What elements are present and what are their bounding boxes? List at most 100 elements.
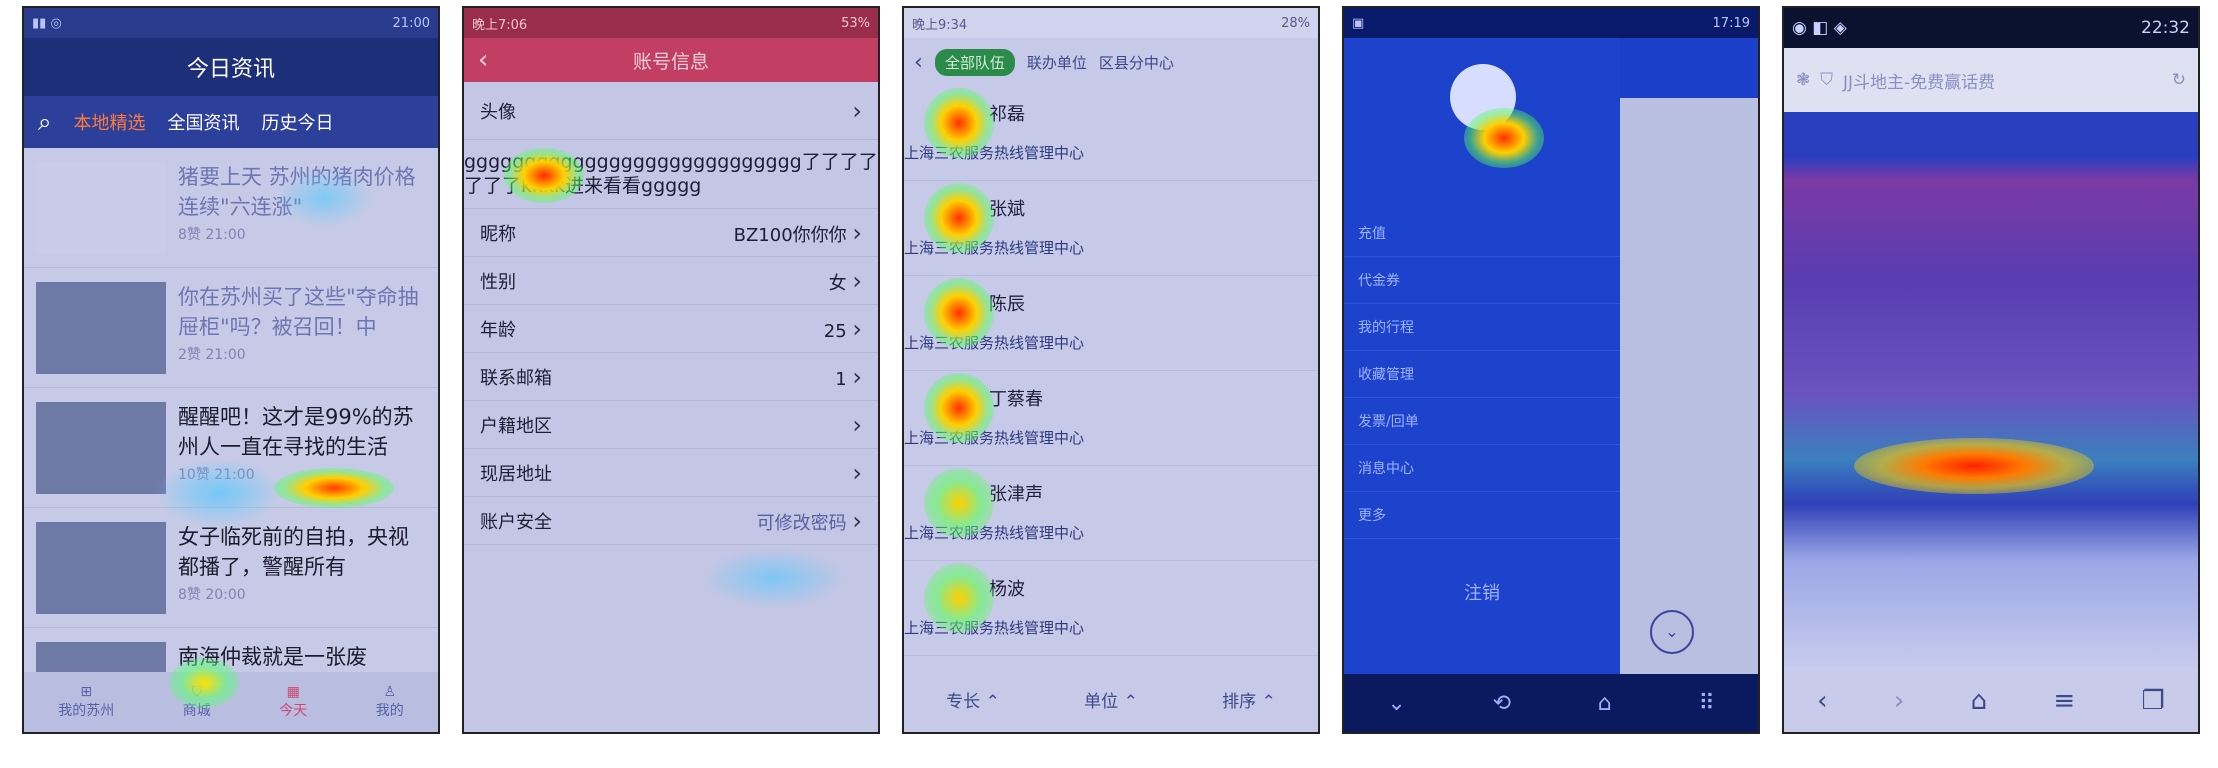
news-item[interactable]: 南海仲裁就是一张废 [24, 628, 438, 682]
menu-trips[interactable]: 我的行程 [1344, 304, 1620, 351]
refresh-icon[interactable]: ↻ [2172, 70, 2186, 90]
news-meta: 2赞 21:00 [178, 347, 246, 363]
chevron-down-icon[interactable]: ⌄ [1387, 691, 1405, 716]
phone-side-menu: ▣ 17:19 充值 代金券 我的行程 收藏管理 发票/回单 消息中心 更多 注销… [1342, 6, 1760, 734]
browser-toolbar: ‹ › ⌂ ≡ ❐ [1784, 670, 2198, 732]
chevron-right-icon: › [852, 266, 862, 295]
shield-icon: ⛉ [1820, 70, 1833, 90]
news-item[interactable]: 女子临死前的自拍，央视都播了，警醒所有 8赞 20:00 [24, 508, 438, 628]
menu-invoice[interactable]: 发票/回单 [1344, 398, 1620, 445]
tab-history[interactable]: 历史今日 [261, 109, 333, 135]
contact-item[interactable]: 陈辰 上海三农服务热线管理中心 [904, 276, 1318, 371]
news-thumbnail [36, 522, 166, 614]
home-icon[interactable]: ⌂ [1971, 686, 1988, 716]
person-icon: ♙ [383, 684, 397, 700]
row-address[interactable]: 现居地址 › [464, 449, 878, 497]
row-household[interactable]: 户籍地区 › [464, 401, 878, 449]
tab-local[interactable]: 本地精选 [73, 109, 145, 135]
menu-icon[interactable]: ≡ [2053, 686, 2075, 716]
filter-bar: 专长 ⌃ 单位 ⌃ 排序 ⌃ [904, 666, 1318, 732]
news-meta: 8赞 21:00 [178, 227, 246, 243]
back-icon[interactable]: ⟲ [1493, 691, 1511, 716]
tab-district-centers[interactable]: 区县分中心 [1099, 52, 1174, 73]
phone-browser: ◉ ◧ ◈ 22:32 ❃ ⛉ JJ斗地主-免费赢话费 ↻ ‹ › ⌂ ≡ ❐ [1782, 6, 2200, 734]
tab-all-teams[interactable]: 全部队伍 [934, 48, 1015, 76]
nav-my-suzhou[interactable]: ⊞ 我的苏州 [58, 684, 114, 720]
apps-icon[interactable]: ⠿ [1698, 691, 1714, 716]
menu-voucher[interactable]: 代金券 [1344, 257, 1620, 304]
filter-specialty[interactable]: 专长 ⌃ [946, 687, 1000, 712]
search-icon[interactable]: ⌕ [38, 108, 51, 136]
status-bar: ▮▮ ◎ 21:00 [24, 8, 438, 38]
chevron-right-icon: › [852, 506, 862, 535]
news-title: 醒醒吧！这才是99%的苏州人一直在寻找的生活 [178, 405, 414, 459]
web-content[interactable] [1784, 112, 2198, 672]
status-bar: ▣ 17:19 [1344, 8, 1758, 38]
back-icon[interactable]: ‹ [1817, 686, 1827, 716]
news-meta: 10赞 21:00 [178, 467, 255, 483]
home-icon[interactable]: ⌂ [1598, 691, 1612, 716]
back-icon[interactable]: ‹ [478, 45, 488, 75]
menu-recharge[interactable]: 充值 [1344, 210, 1620, 257]
calendar-icon: ▦ [286, 684, 300, 700]
chevron-right-icon: › [852, 410, 862, 439]
signature-text[interactable]: gggggggggggggggggggggggggggg了了了了了了了kkkk进… [464, 140, 878, 209]
address-bar[interactable]: ❃ ⛉ JJ斗地主-免费赢话费 ↻ [1784, 48, 2198, 113]
phone-account-info: 晚上7:06 53% ‹ 账号信息 头像 › gggggggggggggggggggg… [462, 6, 880, 734]
grid-icon: ⊞ [80, 684, 93, 700]
status-bar: ◉ ◧ ◈ 22:32 [1784, 8, 2198, 48]
contact-item[interactable]: 杨波 上海三农服务热线管理中心 [904, 561, 1318, 656]
tabs-icon[interactable]: ❐ [2142, 686, 2165, 716]
news-title: 南海仲裁就是一张废 [178, 645, 367, 669]
row-gender[interactable]: 性别女 › [464, 257, 878, 305]
page-title: JJ斗地主-免费赢话费 [1843, 72, 1996, 93]
bottom-nav: ⊞ 我的苏州 ⛉ 商城 ▦ 今天 ♙ 我的 [24, 672, 438, 732]
paw-icon: ❃ [1796, 70, 1811, 90]
segment-tabs: ‹ 全部队伍 联办单位 区县分中心 [904, 38, 1318, 86]
shop-icon: ⛉ [191, 684, 203, 700]
logout-button[interactable]: 注销 [1344, 579, 1620, 605]
row-nickname[interactable]: 昵称 BZ100你你你 › [464, 209, 878, 257]
forward-icon[interactable]: › [1894, 686, 1904, 716]
menu-more[interactable]: 更多 [1344, 492, 1620, 539]
nav-shop[interactable]: ⛉ 商城 [183, 684, 211, 720]
news-item[interactable]: 猪要上天 苏州的猪肉价格连续"六连涨" 8赞 21:00 [24, 148, 438, 268]
contact-item[interactable]: 祁磊 上海三农服务热线管理中心 [904, 86, 1318, 181]
status-bar: 晚上9:34 28% [904, 8, 1318, 38]
side-menu: 充值 代金券 我的行程 收藏管理 发票/回单 消息中心 更多 注销 [1344, 38, 1620, 674]
news-title: 猪要上天 苏州的猪肉价格连续"六连涨" [178, 165, 416, 219]
contact-item[interactable]: 丁蔡春 上海三农服务热线管理中心 [904, 371, 1318, 466]
news-item[interactable]: 醒醒吧！这才是99%的苏州人一直在寻找的生活 10赞 21:00 [24, 388, 438, 508]
nav-me[interactable]: ♙ 我的 [376, 684, 404, 720]
phone-contacts: 晚上9:34 28% ‹ 全部队伍 联办单位 区县分中心 祁磊 上海三农服务热线管理… [902, 6, 1320, 734]
nav-today[interactable]: ▦ 今天 [279, 684, 307, 720]
news-item[interactable]: 你在苏州买了这些"夺命抽屉柜"吗？被召回！中 2赞 21:00 [24, 268, 438, 388]
app-title: 今日资讯 [24, 38, 438, 96]
tab-bar: ⌕ 本地精选 全国资讯 历史今日 [24, 96, 438, 148]
chevron-right-icon: › [852, 314, 862, 343]
location-icon[interactable]: ⌄ [1650, 610, 1694, 654]
news-title: 女子临死前的自拍，央视都播了，警醒所有 [178, 525, 409, 579]
row-email[interactable]: 联系邮箱 1 › [464, 353, 878, 401]
header: ‹ 账号信息 [464, 38, 878, 82]
chevron-right-icon: › [852, 362, 862, 391]
news-meta: 8赞 20:00 [178, 587, 246, 603]
filter-sort[interactable]: 排序 ⌃ [1222, 687, 1276, 712]
row-security[interactable]: 账户安全 可修改密码 › [464, 497, 878, 545]
chevron-right-icon: › [852, 218, 862, 247]
tab-national[interactable]: 全国资讯 [167, 109, 239, 135]
menu-favorites[interactable]: 收藏管理 [1344, 351, 1620, 398]
menu-messages[interactable]: 消息中心 [1344, 445, 1620, 492]
filter-unit[interactable]: 单位 ⌃ [1084, 687, 1138, 712]
map-view[interactable]: ⌄ [1620, 98, 1758, 674]
tab-partner-units[interactable]: 联办单位 [1027, 52, 1087, 73]
news-thumbnail [36, 282, 166, 374]
contact-item[interactable]: 张津声 上海三农服务热线管理中心 [904, 466, 1318, 561]
avatar-row[interactable]: 头像 › [464, 82, 878, 140]
row-age[interactable]: 年龄 25 › [464, 305, 878, 353]
back-icon[interactable]: ‹ [914, 50, 923, 75]
news-thumbnail [36, 162, 166, 254]
contact-item[interactable]: 张斌 上海三农服务热线管理中心 [904, 181, 1318, 276]
news-thumbnail [36, 402, 166, 494]
avatar[interactable] [1450, 64, 1516, 130]
